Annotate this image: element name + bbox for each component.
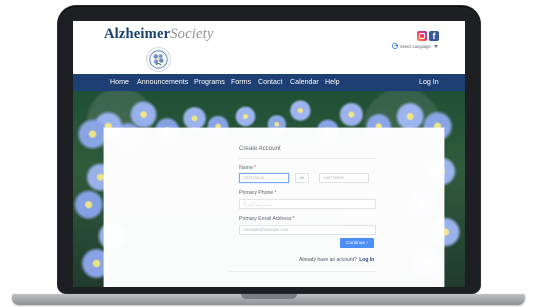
nav-item-calendar[interactable]: Calendar	[290, 78, 319, 87]
chevron-down-icon	[433, 44, 438, 48]
primary-phone-input[interactable]: (___) ___-____	[239, 199, 376, 209]
laptop-notch	[241, 294, 297, 299]
create-account-panel: Create Account Name* First Name MI Last …	[104, 128, 444, 287]
nav-item-contact[interactable]: Contact	[258, 78, 282, 87]
title-divider	[238, 158, 376, 159]
continue-button-label: Continue	[346, 240, 365, 245]
first-name-input[interactable]: First Name	[239, 173, 289, 183]
language-selector-label: Select Language	[400, 43, 431, 49]
brand-main-text: Alzheimer	[104, 26, 171, 42]
bottom-divider	[229, 271, 376, 272]
continue-button[interactable]: Continue ›	[340, 238, 374, 248]
nav-item-home[interactable]: Home	[110, 78, 129, 87]
website-screen: AlzheimerSociety f Select Language Home …	[73, 21, 465, 287]
name-label: Name*	[239, 165, 256, 171]
required-mark: *	[274, 190, 277, 196]
site-brand[interactable]: AlzheimerSociety	[104, 27, 213, 42]
instagram-icon[interactable]	[417, 31, 427, 41]
name-label-text: Name	[239, 165, 253, 171]
existing-account-prompt: Already have an account?	[299, 257, 357, 263]
middle-initial-input[interactable]: MI	[295, 173, 309, 183]
language-selector[interactable]: Select Language	[392, 43, 438, 49]
email-label-text: Primary Email Address	[239, 216, 292, 222]
laptop-mockup-page: AlzheimerSociety f Select Language Home …	[0, 0, 537, 307]
site-header: AlzheimerSociety f Select Language	[73, 21, 465, 74]
nav-item-announcements[interactable]: Announcements	[137, 78, 188, 87]
primary-email-input[interactable]: example@example.com	[239, 225, 376, 235]
facebook-icon[interactable]: f	[429, 31, 439, 41]
chevron-right-icon: ›	[366, 240, 368, 245]
form-title: Create Account	[239, 145, 281, 152]
phone-label: Primary Phone*	[239, 190, 276, 196]
required-mark: *	[253, 165, 256, 171]
last-name-input[interactable]: Last Name	[319, 173, 369, 183]
email-label: Primary Email Address*	[239, 216, 295, 222]
google-icon	[392, 43, 398, 49]
phone-label-text: Primary Phone	[239, 190, 274, 196]
nav-item-programs[interactable]: Programs	[194, 78, 225, 87]
nav-login-link[interactable]: Log In	[419, 78, 439, 87]
nav-item-forms[interactable]: Forms	[231, 78, 251, 87]
flower-logo-icon	[146, 47, 171, 72]
brand-accent-text: Society	[170, 26, 214, 42]
nav-item-help[interactable]: Help	[325, 78, 340, 87]
existing-account-text: Already have an account? Log In	[299, 257, 374, 263]
main-navigation: Home Announcements Programs Forms Contac…	[73, 74, 465, 91]
required-mark: *	[292, 216, 295, 222]
social-links: f	[417, 31, 439, 41]
existing-account-login-link[interactable]: Log In	[359, 257, 374, 263]
